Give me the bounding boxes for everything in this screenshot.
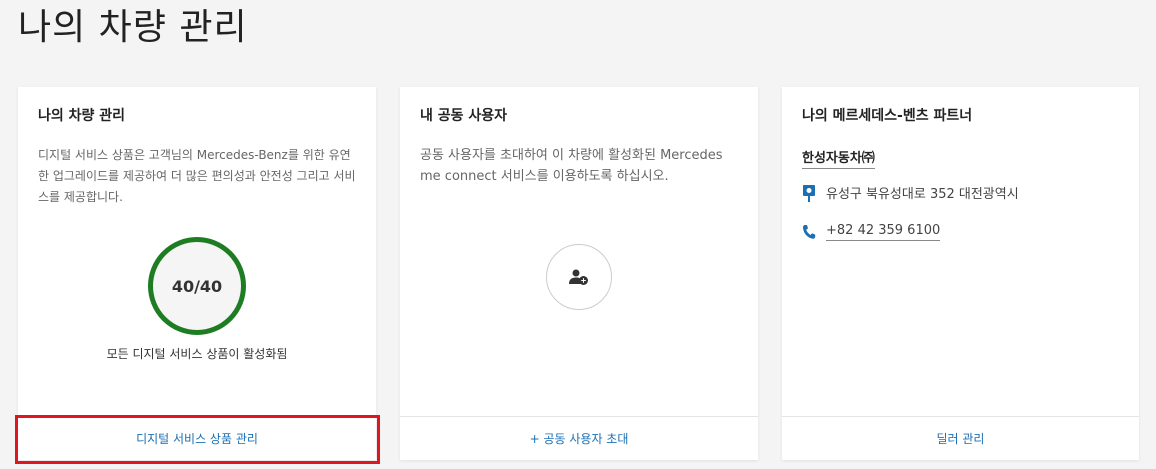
card-title: 나의 차량 관리 [38, 108, 126, 124]
card-title: 내 공동 사용자 [420, 108, 508, 124]
phone-icon [802, 225, 816, 239]
partner-name-link[interactable]: 한성자동차㈜ [802, 147, 875, 169]
add-co-user-button[interactable] [546, 244, 612, 310]
progress-caption: 모든 디지털 서비스 상품이 활성화됨 [106, 347, 288, 361]
vehicle-management-card: 나의 차량 관리 디지털 서비스 상품은 고객님의 Mercedes-Benz를… [18, 87, 376, 460]
invite-co-user-link[interactable]: + 공동 사용자 초대 [400, 416, 758, 460]
address-text: 유성구 북유성대로 352 대전광역시 [826, 187, 1019, 202]
add-user-icon [569, 269, 588, 285]
partner-phone[interactable]: +82 42 359 6100 [802, 223, 941, 241]
card-title: 나의 메르세데스-벤츠 파트너 [802, 108, 973, 124]
manage-digital-services-link[interactable]: 디지털 서비스 상품 관리 [18, 416, 376, 460]
page-title: 나의 차량 관리 [18, 7, 248, 48]
partner-address: 유성구 북유성대로 352 대전광역시 [802, 183, 1019, 202]
manage-dealer-link[interactable]: 딜러 관리 [782, 416, 1139, 460]
card-description: 디지털 서비스 상품은 고객님의 Mercedes-Benz를 위한 유연한 업… [38, 148, 356, 204]
card-description: 공동 사용자를 초대하여 이 차량에 활성화된 Mercedes me conn… [420, 148, 723, 184]
progress-value: 40/40 [171, 276, 223, 296]
partner-card: 나의 메르세데스-벤츠 파트너 한성자동차㈜ 유성구 북유성대로 352 대전광… [782, 87, 1139, 460]
location-pin-icon [803, 184, 815, 202]
progress-ring: 40/40 [148, 237, 246, 335]
co-users-card: 내 공동 사용자 공동 사용자를 초대하여 이 차량에 활성화된 Mercede… [400, 87, 758, 460]
phone-number[interactable]: +82 42 359 6100 [826, 223, 941, 241]
